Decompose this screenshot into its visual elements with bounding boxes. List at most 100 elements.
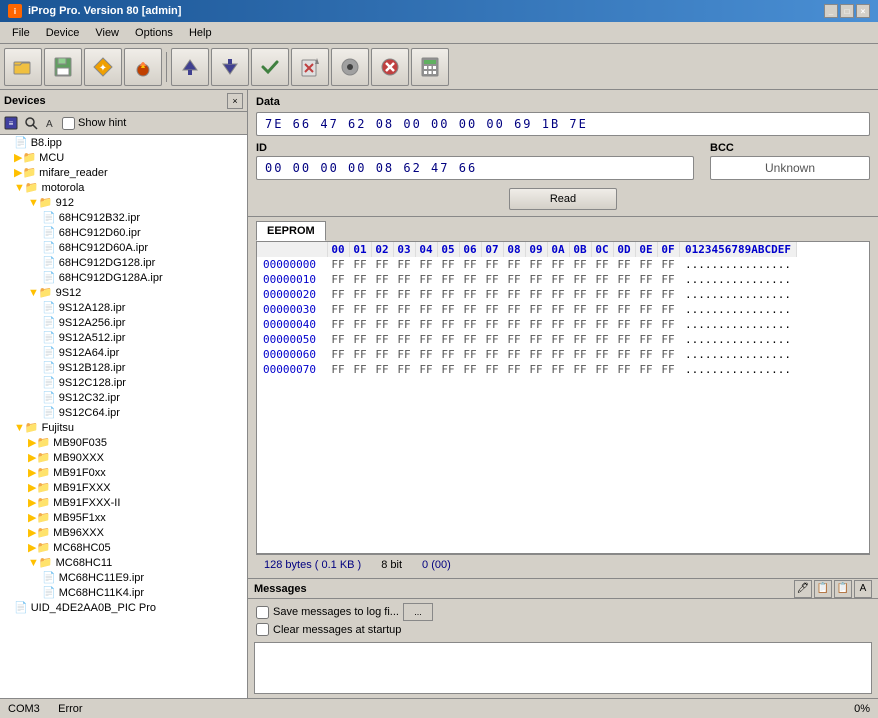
- hex-data-cell[interactable]: FF: [547, 302, 569, 317]
- device-font-button[interactable]: A: [42, 114, 60, 132]
- hex-data-cell[interactable]: FF: [635, 362, 657, 377]
- clear-startup-checkbox[interactable]: [256, 623, 269, 636]
- hex-data-cell[interactable]: FF: [481, 257, 503, 272]
- tree-item-mc68hc11[interactable]: ▼📁 MC68HC11: [0, 555, 247, 570]
- hex-data-cell[interactable]: FF: [415, 332, 437, 347]
- tree-item-9s12a256[interactable]: 📄 9S12A256.ipr: [0, 315, 247, 330]
- hex-data-cell[interactable]: FF: [591, 362, 613, 377]
- hex-data-cell[interactable]: FF: [547, 317, 569, 332]
- hex-data-cell[interactable]: FF: [393, 272, 415, 287]
- tree-item-912[interactable]: ▼📁 912: [0, 195, 247, 210]
- hex-data-cell[interactable]: FF: [349, 362, 371, 377]
- hex-data-cell[interactable]: FF: [459, 332, 481, 347]
- menu-item-help[interactable]: Help: [181, 25, 220, 41]
- hex-data-cell[interactable]: FF: [569, 257, 591, 272]
- hex-data-cell[interactable]: FF: [591, 347, 613, 362]
- tree-item-9s12c128[interactable]: 📄 9S12C128.ipr: [0, 375, 247, 390]
- tree-item-9s12[interactable]: ▼📁 9S12: [0, 285, 247, 300]
- tree-item-mb91fxxx_i[interactable]: ▶📁 MB91FXXX-II: [0, 495, 247, 510]
- hex-data-cell[interactable]: FF: [349, 302, 371, 317]
- tree-item-uid_4de2aa0b[interactable]: 📄 UID_4DE2AA0B_PIC Pro: [0, 600, 247, 615]
- hex-data-cell[interactable]: FF: [569, 272, 591, 287]
- hex-data-cell[interactable]: FF: [481, 347, 503, 362]
- hex-data-cell[interactable]: FF: [459, 272, 481, 287]
- hex-data-cell[interactable]: FF: [437, 362, 459, 377]
- hex-data-cell[interactable]: FF: [371, 272, 393, 287]
- open-button[interactable]: [4, 48, 42, 86]
- hex-table-row[interactable]: 00000000FFFFFFFFFFFFFFFFFFFFFFFFFFFFFFFF…: [257, 257, 797, 272]
- maximize-button[interactable]: □: [840, 4, 854, 18]
- hex-table-row[interactable]: 00000010FFFFFFFFFFFFFFFFFFFFFFFFFFFFFFFF…: [257, 272, 797, 287]
- hex-data-cell[interactable]: FF: [481, 272, 503, 287]
- messages-tool-3[interactable]: 📋: [834, 580, 852, 598]
- hex-data-cell[interactable]: FF: [371, 302, 393, 317]
- hex-data-cell[interactable]: FF: [371, 347, 393, 362]
- hex-data-cell[interactable]: FF: [437, 257, 459, 272]
- download-button[interactable]: [211, 48, 249, 86]
- hex-data-cell[interactable]: FF: [657, 272, 679, 287]
- hex-data-cell[interactable]: FF: [481, 302, 503, 317]
- hex-data-cell[interactable]: FF: [591, 302, 613, 317]
- hex-data-cell[interactable]: FF: [591, 272, 613, 287]
- hex-data-cell[interactable]: FF: [415, 317, 437, 332]
- tree-item-b8ipp[interactable]: 📄 B8.ipp: [0, 135, 247, 150]
- hex-data-cell[interactable]: FF: [437, 347, 459, 362]
- hex-data-cell[interactable]: FF: [349, 347, 371, 362]
- tree-item-motorola[interactable]: ▼📁 motorola: [0, 180, 247, 195]
- hex-data-cell[interactable]: FF: [393, 302, 415, 317]
- hex-data-cell[interactable]: FF: [503, 317, 525, 332]
- browse-log-button[interactable]: ...: [403, 603, 433, 621]
- menu-item-device[interactable]: Device: [38, 25, 88, 41]
- hex-data-cell[interactable]: FF: [613, 302, 635, 317]
- hex-data-cell[interactable]: FF: [657, 332, 679, 347]
- tree-item-mc68hc05[interactable]: ▶📁 MC68HC05: [0, 540, 247, 555]
- hex-data-cell[interactable]: FF: [327, 302, 349, 317]
- hex-data-cell[interactable]: FF: [547, 272, 569, 287]
- hex-data-cell[interactable]: FF: [349, 272, 371, 287]
- hex-data-cell[interactable]: FF: [371, 257, 393, 272]
- tree-item-68hc912dg128a[interactable]: 📄 68HC912DG128A.ipr: [0, 270, 247, 285]
- hex-data-cell[interactable]: FF: [371, 287, 393, 302]
- calc-button[interactable]: [411, 48, 449, 86]
- hex-data-cell[interactable]: FF: [635, 302, 657, 317]
- tree-item-68hc912d60a[interactable]: 📄 68HC912D60A.ipr: [0, 240, 247, 255]
- hex-data-cell[interactable]: FF: [327, 287, 349, 302]
- hex-data-cell[interactable]: FF: [327, 257, 349, 272]
- tree-item-68hc912d60[interactable]: 📄 68HC912D60.ipr: [0, 225, 247, 240]
- hex-data-cell[interactable]: FF: [635, 257, 657, 272]
- tree-item-9s12c64[interactable]: 📄 9S12C64.ipr: [0, 405, 247, 420]
- tree-item-9s12a64[interactable]: 📄 9S12A64.ipr: [0, 345, 247, 360]
- menu-item-options[interactable]: Options: [127, 25, 181, 41]
- hex-data-cell[interactable]: FF: [327, 332, 349, 347]
- hex-data-cell[interactable]: FF: [547, 362, 569, 377]
- hex-data-cell[interactable]: FF: [613, 347, 635, 362]
- hex-data-cell[interactable]: FF: [349, 332, 371, 347]
- tree-item-mb96xxx[interactable]: ▶📁 MB96XXX: [0, 525, 247, 540]
- device-tree[interactable]: 📄 B8.ipp▶📁 MCU▶📁 mifare_reader▼📁 motorol…: [0, 135, 247, 698]
- hex-data-cell[interactable]: FF: [437, 332, 459, 347]
- hex-data-cell[interactable]: FF: [393, 287, 415, 302]
- hex-table-container[interactable]: 000102030405060708090A0B0C0D0E0F01234567…: [256, 241, 870, 554]
- hex-table-row[interactable]: 00000030FFFFFFFFFFFFFFFFFFFFFFFFFFFFFFFF…: [257, 302, 797, 317]
- hex-data-cell[interactable]: FF: [393, 257, 415, 272]
- hex-data-cell[interactable]: FF: [327, 347, 349, 362]
- hex-table-row[interactable]: 00000060FFFFFFFFFFFFFFFFFFFFFFFFFFFFFFFF…: [257, 347, 797, 362]
- hex-data-cell[interactable]: FF: [393, 332, 415, 347]
- hex-data-cell[interactable]: FF: [349, 287, 371, 302]
- hex-data-cell[interactable]: FF: [393, 317, 415, 332]
- hex-data-cell[interactable]: FF: [657, 302, 679, 317]
- compare-button[interactable]: [251, 48, 289, 86]
- hex-data-cell[interactable]: FF: [459, 302, 481, 317]
- tree-item-9s12c32[interactable]: 📄 9S12C32.ipr: [0, 390, 247, 405]
- hex-data-cell[interactable]: FF: [613, 287, 635, 302]
- hex-data-cell[interactable]: FF: [569, 302, 591, 317]
- hex-data-cell[interactable]: FF: [349, 257, 371, 272]
- hex-data-cell[interactable]: FF: [481, 287, 503, 302]
- hex-data-cell[interactable]: FF: [437, 302, 459, 317]
- hex-data-cell[interactable]: FF: [657, 347, 679, 362]
- hex-data-cell[interactable]: FF: [459, 362, 481, 377]
- tree-item-9s12a128[interactable]: 📄 9S12A128.ipr: [0, 300, 247, 315]
- hex-table-row[interactable]: 00000040FFFFFFFFFFFFFFFFFFFFFFFFFFFFFFFF…: [257, 317, 797, 332]
- hex-data-cell[interactable]: FF: [503, 332, 525, 347]
- stop-button[interactable]: [371, 48, 409, 86]
